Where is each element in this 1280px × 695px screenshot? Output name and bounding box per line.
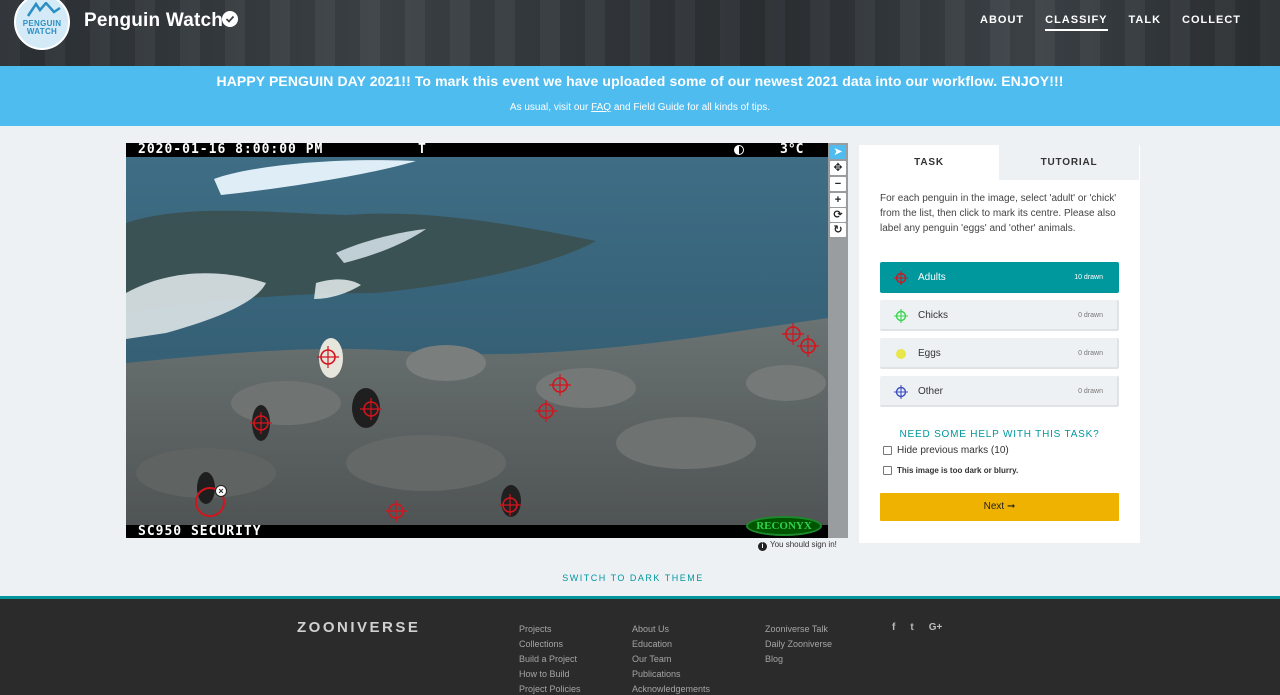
delete-mark-icon[interactable]: × [215, 485, 227, 497]
nav-about[interactable]: ABOUT [980, 14, 1024, 31]
reset-tool[interactable]: ↻ [830, 223, 846, 237]
task-tabs: TASK TUTORIAL [859, 145, 1140, 180]
footer-link[interactable]: Blog [765, 652, 832, 667]
camera-footer-bar: SC950 SECURITY [126, 525, 828, 538]
camera-id: SC950 SECURITY [138, 524, 262, 538]
verified-icon [222, 11, 238, 27]
crosshair-icon [894, 309, 908, 328]
footer-link[interactable]: Our Team [632, 652, 710, 667]
option-count: 0 drawn [1078, 312, 1103, 319]
logo-text: PENGUIN WATCH [22, 19, 62, 36]
announcement-sub-after: and Field Guide for all kinds of tips. [611, 102, 771, 113]
adult-mark[interactable] [359, 397, 383, 421]
project-title[interactable]: Penguin Watch [84, 10, 223, 32]
zooniverse-logo[interactable]: ZOONIVERSE [297, 619, 420, 636]
camera-info-bar: 2020-01-16 8:00:00 PM T 3°C [126, 143, 828, 157]
footer-link[interactable]: Collections [519, 637, 581, 652]
sign-in-text: You should sign in! [770, 540, 837, 549]
camera-timestamp: 2020-01-16 8:00:00 PM [138, 143, 324, 157]
crosshair-icon [894, 271, 908, 290]
crosshair-icon [894, 385, 908, 404]
tab-tutorial[interactable]: TUTORIAL [999, 145, 1139, 180]
option-count: 0 drawn [1078, 350, 1103, 357]
adult-mark[interactable] [384, 499, 408, 523]
too-dark-label: This image is too dark or blurry. [897, 466, 1019, 475]
task-panel: TASK TUTORIAL For each penguin in the im… [859, 145, 1140, 543]
camera-flag: T [418, 143, 426, 157]
footer-link[interactable]: Zooniverse Talk [765, 622, 832, 637]
reconyx-logo: RECONYX [746, 516, 822, 536]
rotate-tool[interactable]: ⟳ [830, 208, 846, 222]
announcement-banner: HAPPY PENGUIN DAY 2021!! To mark this ev… [0, 66, 1280, 126]
egg-dot-icon [894, 347, 908, 366]
option-other[interactable]: Other 0 drawn [880, 376, 1119, 407]
option-label: Chicks [918, 310, 949, 321]
footer-link[interactable]: Publications [632, 667, 710, 682]
footer-link[interactable]: About Us [632, 622, 710, 637]
twitter-icon[interactable]: t [910, 622, 913, 633]
pointer-tool[interactable]: ➤ [830, 145, 846, 159]
option-count: 0 drawn [1078, 388, 1103, 395]
nav-talk[interactable]: TALK [1129, 14, 1162, 31]
adult-mark[interactable] [534, 399, 558, 423]
zoom-in-tool[interactable]: + [830, 193, 846, 207]
camera-temperature: 3°C [780, 143, 804, 157]
moon-phase-icon [734, 145, 744, 155]
switch-dark-theme-link[interactable]: SWITCH TO DARK THEME [0, 573, 1266, 583]
adult-mark[interactable] [249, 411, 273, 435]
adult-mark[interactable] [796, 334, 820, 358]
option-label: Other [918, 386, 944, 397]
subject-image [126, 143, 828, 538]
adult-mark[interactable] [498, 493, 522, 517]
zoom-out-tool[interactable]: − [830, 177, 846, 191]
footer-link[interactable]: Project Policies [519, 682, 581, 695]
pan-tool[interactable]: ✥ [830, 161, 846, 175]
option-label: Eggs [918, 348, 941, 359]
hide-marks-label: Hide previous marks (10) [897, 445, 1009, 456]
adult-mark[interactable] [316, 345, 340, 369]
footer-link[interactable]: Daily Zooniverse [765, 637, 832, 652]
footer-link[interactable]: Build a Project [519, 652, 581, 667]
option-eggs[interactable]: Eggs 0 drawn [880, 338, 1119, 369]
option-chicks[interactable]: Chicks 0 drawn [880, 300, 1119, 331]
option-label: Adults [918, 272, 946, 283]
option-adults[interactable]: Adults 10 drawn [880, 262, 1119, 293]
task-instructions: For each penguin in the image, select 'a… [880, 193, 1117, 234]
option-count: 10 drawn [1074, 274, 1103, 281]
footer-link[interactable]: How to Build [519, 667, 581, 682]
footer-column-projects: Projects Collections Build a Project How… [519, 622, 581, 695]
footer-link[interactable]: Projects [519, 622, 581, 637]
google-plus-icon[interactable]: G+ [929, 622, 943, 633]
next-button[interactable]: Next ➞ [880, 493, 1119, 521]
announcement-subtext: As usual, visit our FAQ and Field Guide … [0, 102, 1280, 113]
site-footer: ZOONIVERSE Projects Collections Build a … [0, 596, 1280, 695]
checkbox[interactable] [883, 446, 892, 455]
too-dark-checkbox[interactable]: This image is too dark or blurry. [883, 466, 1018, 475]
checkbox[interactable] [883, 466, 892, 475]
announcement-sub-before: As usual, visit our [509, 102, 592, 113]
facebook-icon[interactable]: f [892, 622, 895, 633]
footer-link[interactable]: Acknowledgements [632, 682, 710, 695]
penguin-watch-logo[interactable]: PENGUIN WATCH [14, 0, 70, 50]
announcement-message: HAPPY PENGUIN DAY 2021!! To mark this ev… [216, 73, 1064, 89]
faq-link[interactable]: FAQ [591, 102, 611, 113]
footer-column-talk: Zooniverse Talk Daily Zooniverse Blog [765, 622, 832, 667]
adult-mark[interactable] [548, 373, 572, 397]
project-nav: ABOUT CLASSIFY TALK COLLECT [980, 14, 1241, 31]
hide-marks-checkbox[interactable]: Hide previous marks (10) [883, 445, 1009, 456]
social-links: f t G+ [892, 622, 942, 633]
site-header: PENGUIN WATCH Penguin Watch ABOUT CLASSI… [0, 0, 1280, 66]
nav-classify[interactable]: CLASSIFY [1045, 14, 1108, 31]
viewer-toolbar: ➤ ✥ − + ⟳ ↻ [828, 143, 848, 538]
sign-in-notice[interactable]: i You should sign in! [758, 540, 837, 551]
tab-task[interactable]: TASK [859, 145, 999, 180]
footer-column-about: About Us Education Our Team Publications… [632, 622, 710, 695]
task-help-link[interactable]: NEED SOME HELP WITH THIS TASK? [859, 429, 1140, 440]
info-icon: i [758, 542, 767, 551]
footer-link[interactable]: Education [632, 637, 710, 652]
subject-viewer[interactable]: 2020-01-16 8:00:00 PM T 3°C SC950 SECURI… [126, 143, 828, 538]
nav-collect[interactable]: COLLECT [1182, 14, 1241, 31]
